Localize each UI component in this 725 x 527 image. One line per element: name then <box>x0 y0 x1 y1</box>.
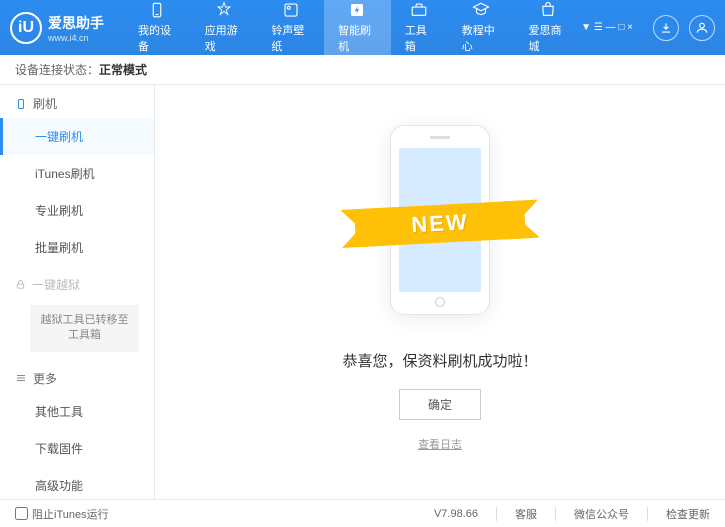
app-logo: iU 爱思助手 www.i4.cn <box>10 12 104 44</box>
version-label: V7.98.66 <box>434 508 478 520</box>
nav-smart-flash[interactable]: 智能刷机 <box>324 0 391 55</box>
tutorial-icon <box>472 1 490 19</box>
new-ribbon: NEW <box>354 200 526 247</box>
top-nav: 我的设备 应用游戏 铃声壁纸 智能刷机 工具箱 教程中心 爱思商城 <box>124 0 581 55</box>
sidebar-item-pro-flash[interactable]: 专业刷机 <box>0 192 154 229</box>
user-button[interactable] <box>689 15 715 41</box>
sidebar-item-oneclick-flash[interactable]: 一键刷机 <box>0 118 154 155</box>
nav-apps-games[interactable]: 应用游戏 <box>191 0 258 55</box>
device-icon <box>148 1 166 19</box>
connection-status-bar: 设备连接状态： 正常模式 <box>0 55 725 85</box>
nav-store[interactable]: 爱思商城 <box>514 0 581 55</box>
wallpaper-icon <box>282 1 300 19</box>
download-button[interactable] <box>653 15 679 41</box>
footer-bar: 阻止iTunes运行 V7.98.66 客服 微信公众号 检查更新 <box>0 499 725 527</box>
sidebar-item-advanced[interactable]: 高级功能 <box>0 467 154 499</box>
main-content: NEW 恭喜您，保资料刷机成功啦！ 确定 查看日志 <box>155 85 725 499</box>
nav-my-device[interactable]: 我的设备 <box>124 0 191 55</box>
logo-icon: iU <box>10 12 42 44</box>
success-illustration: NEW <box>375 115 505 325</box>
sidebar-item-itunes-flash[interactable]: iTunes刷机 <box>0 155 154 192</box>
footer-link-support[interactable]: 客服 <box>515 506 537 522</box>
success-message: 恭喜您，保资料刷机成功啦！ <box>342 350 537 371</box>
logo-title: 爱思助手 <box>48 13 104 33</box>
status-value: 正常模式 <box>99 61 147 78</box>
header-bar: iU 爱思助手 www.i4.cn 我的设备 应用游戏 铃声壁纸 智能刷机 工具… <box>0 0 725 55</box>
store-icon <box>539 1 557 19</box>
jailbreak-note: 越狱工具已转移至工具箱 <box>30 305 139 352</box>
ok-button[interactable]: 确定 <box>399 389 481 420</box>
status-label: 设备连接状态： <box>15 61 99 78</box>
sidebar-item-download-firmware[interactable]: 下载固件 <box>0 430 154 467</box>
view-log-link[interactable]: 查看日志 <box>418 436 462 452</box>
header-right: ▼ ☰ — □ × <box>581 15 715 41</box>
nav-ringtone-wallpaper[interactable]: 铃声壁纸 <box>257 0 324 55</box>
nav-toolbox[interactable]: 工具箱 <box>391 0 448 55</box>
apps-icon <box>215 1 233 19</box>
sidebar-item-other-tools[interactable]: 其他工具 <box>0 393 154 430</box>
sidebar-section-flash[interactable]: 刷机 <box>0 85 154 118</box>
window-controls[interactable]: ▼ ☰ — □ × <box>581 22 633 33</box>
sidebar: 刷机 一键刷机 iTunes刷机 专业刷机 批量刷机 一键越狱 越狱工具已转移至… <box>0 85 155 499</box>
sidebar-item-batch-flash[interactable]: 批量刷机 <box>0 229 154 266</box>
toolbox-icon <box>410 1 428 19</box>
footer-link-wechat[interactable]: 微信公众号 <box>574 506 629 522</box>
checkbox-block-itunes[interactable]: 阻止iTunes运行 <box>15 506 109 522</box>
logo-url: www.i4.cn <box>48 33 104 43</box>
flash-section-icon <box>15 98 27 110</box>
flash-icon <box>348 1 366 19</box>
sidebar-jailbreak-locked: 一键越狱 <box>0 266 154 303</box>
lock-icon <box>15 279 26 290</box>
more-section-icon <box>15 372 27 384</box>
footer-link-update[interactable]: 检查更新 <box>666 506 710 522</box>
nav-tutorials[interactable]: 教程中心 <box>448 0 515 55</box>
sidebar-section-more[interactable]: 更多 <box>0 360 154 393</box>
